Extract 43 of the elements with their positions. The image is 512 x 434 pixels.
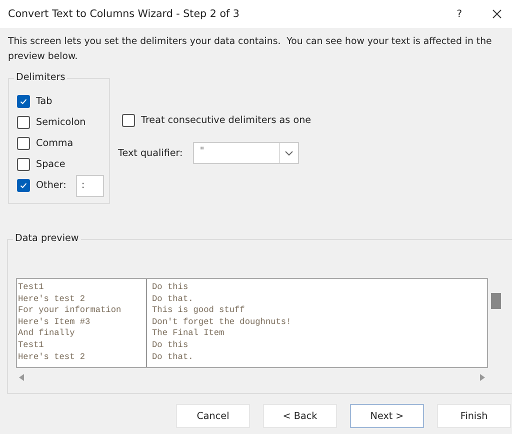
table-cell-text: Test1 [18, 282, 45, 294]
table-cell-text: The Final Item [152, 328, 226, 340]
dialog-button[interactable]: < Back [263, 404, 337, 428]
table-cell-text: Do that. [152, 352, 194, 364]
checkbox-label: Treat consecutive delimiters as one [141, 115, 312, 126]
table-cell-text: Do this [152, 282, 190, 294]
input-field[interactable]: : [76, 174, 104, 196]
group-title: Data preview [13, 233, 81, 244]
checkbox-label: Tab [36, 96, 52, 107]
check-icon [19, 181, 28, 190]
table-cell-text: For your information [18, 305, 122, 317]
description-text: This screen lets you set the delimiters your data contains. You can see how your text is affected in the preview below. [8, 35, 493, 64]
table-cell-text: Test1 [18, 340, 45, 352]
table-cell-text: Do this [152, 340, 190, 352]
checkbox[interactable] [17, 179, 30, 192]
checkbox[interactable] [17, 137, 30, 150]
checkbox-label: Space [36, 159, 66, 170]
text-qualifier-dropdown[interactable]: " [192, 142, 299, 164]
help-button[interactable]: ? [456, 8, 462, 20]
dialog-button[interactable]: Cancel [176, 404, 250, 428]
close-icon[interactable] [492, 9, 502, 19]
chevron-down-icon [284, 150, 293, 156]
checkbox-label: Comma [36, 138, 74, 149]
window-title: Convert Text to Columns Wizard - Step 2 of 3 [8, 8, 240, 20]
checkbox-label: Other: [36, 180, 66, 191]
dialog-button[interactable]: Finish [437, 404, 511, 428]
field-label: Text qualifier: [118, 148, 183, 158]
table-cell-text: Do that. [152, 294, 194, 306]
table-cell: Don't forget the doughnuts! [152, 316, 292, 328]
checkbox[interactable] [17, 95, 30, 108]
checkbox[interactable] [17, 116, 30, 129]
table-cell-text: Here's test 2 [18, 294, 86, 306]
table-cell-text: Here's Item #3 [18, 316, 92, 328]
table-cell-text: This is good stuff [152, 305, 246, 317]
checkbox-label: Semicolon [36, 117, 86, 128]
table-cell-text: And finally [18, 328, 76, 340]
checkbox[interactable] [17, 158, 30, 171]
dialog-button[interactable]: Next > [350, 404, 424, 428]
scrollbar-thumb[interactable] [491, 293, 501, 309]
check-icon [19, 97, 28, 106]
group-title: Delimiters [14, 72, 68, 83]
table-cell-text: Here's test 2 [18, 352, 86, 364]
checkbox[interactable] [122, 114, 135, 127]
